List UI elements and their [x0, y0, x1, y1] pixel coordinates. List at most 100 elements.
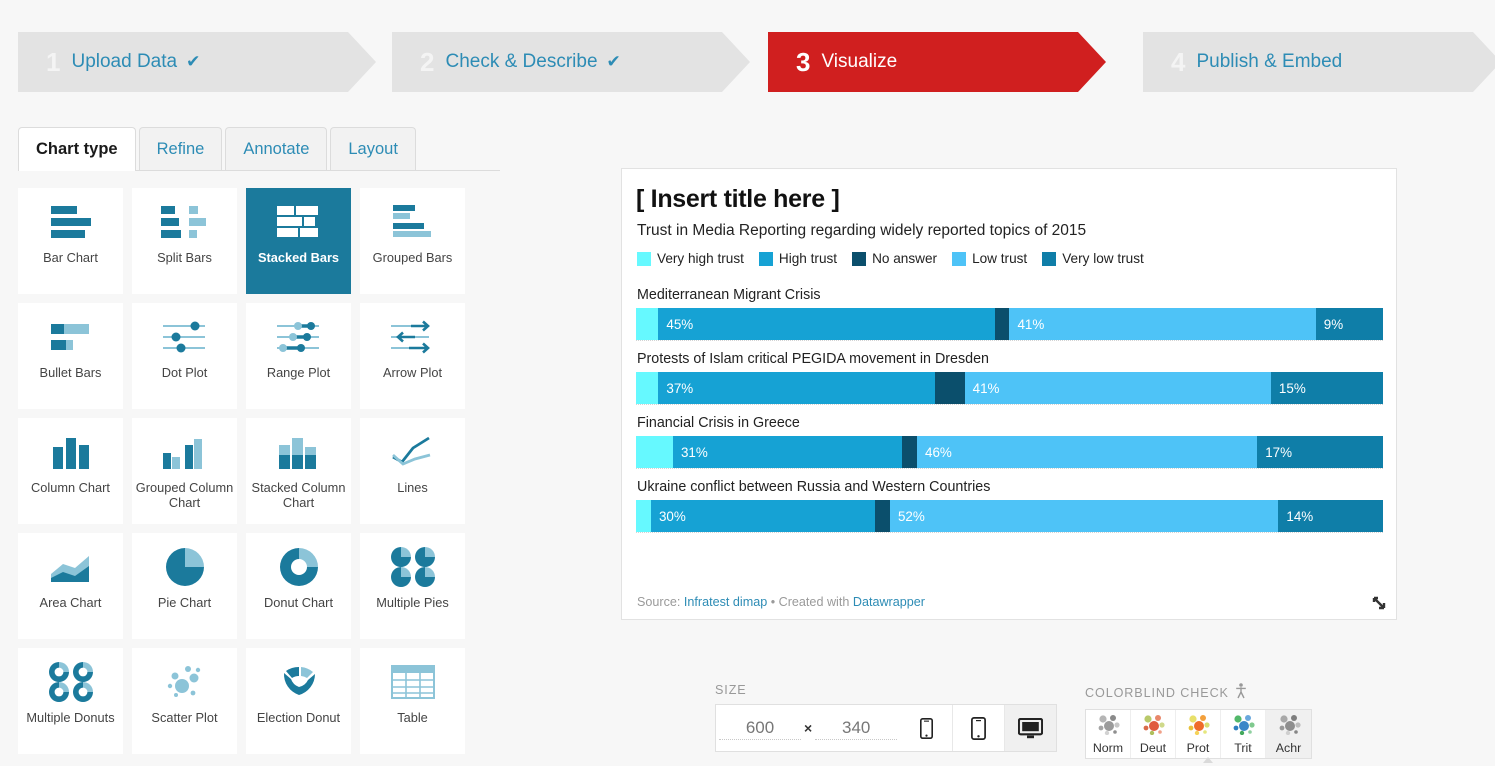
bar-segment: 45%	[658, 308, 995, 340]
device-phone-button[interactable]	[952, 705, 1005, 751]
chart-type-label: Dot Plot	[161, 365, 208, 380]
step-number: 2	[420, 47, 435, 77]
device-phone-small-button[interactable]	[900, 705, 953, 751]
step-upload-data[interactable]: 1 Upload Data ✔	[18, 32, 376, 92]
bar-segment: 52%	[889, 500, 1279, 532]
step-visualize[interactable]: 3 Visualize	[768, 32, 1106, 92]
chart-type-grouped-bars[interactable]: Grouped Bars	[360, 188, 465, 294]
bar-segment	[636, 372, 659, 404]
split-bars-icon	[132, 188, 237, 250]
accessibility-icon	[1235, 683, 1247, 702]
legend-label: High trust	[778, 251, 838, 266]
chart-type-label: Scatter Plot	[151, 710, 218, 725]
step-number: 4	[1171, 47, 1186, 77]
step-check-describe[interactable]: 2 Check & Describe ✔	[392, 32, 750, 92]
legend-swatch	[952, 251, 967, 266]
legend-item: Very high trust	[637, 251, 744, 266]
check-icon: ✔	[186, 52, 201, 71]
chart-type-column-chart[interactable]: Column Chart	[18, 418, 123, 524]
created-with-label: Created with	[778, 595, 850, 609]
chart-subtitle[interactable]: Trust in Media Reporting regarding widel…	[622, 214, 1396, 240]
chart-type-election-donut[interactable]: Election Donut	[246, 648, 351, 754]
chart-type-grid: Bar Chart Split Bars Stacked Bars Grouped B…	[18, 188, 500, 763]
chart-type-dot-plot[interactable]: Dot Plot	[132, 303, 237, 409]
device-desktop-button[interactable]	[1004, 705, 1057, 751]
colorblind-option-label: Prot	[1186, 741, 1210, 755]
tab-annotate[interactable]: Annotate	[225, 127, 328, 170]
chart-type-label: Stacked Bars	[257, 250, 340, 265]
chart-type-label: Area Chart	[39, 595, 102, 610]
colorblind-prot-button[interactable]: Prot	[1176, 710, 1221, 758]
bar-segment-value: 17%	[1265, 444, 1293, 460]
chart-width-input[interactable]	[719, 717, 801, 740]
multiple-pies-icon	[360, 533, 465, 595]
chart-type-bar-chart[interactable]: Bar Chart	[18, 188, 123, 294]
colorblind-deut-button[interactable]: Deut	[1131, 710, 1176, 758]
chart-type-scatter-plot[interactable]: Scatter Plot	[132, 648, 237, 754]
step-breadcrumb: 1 Upload Data ✔ 2 Check & Describe ✔ 3 V…	[0, 0, 1495, 112]
colorblind-achr-button[interactable]: Achr	[1266, 710, 1311, 758]
chart-type-stacked-bars[interactable]: Stacked Bars	[246, 188, 351, 294]
bar-segment: 30%	[650, 500, 876, 532]
chart-title[interactable]: [ Insert title here ]	[622, 169, 1396, 214]
chart-type-grouped-column-chart[interactable]: Grouped Column Chart	[132, 418, 237, 524]
chart-legend: Very high trust High trust No answer Low tr…	[622, 240, 1396, 266]
chart-type-range-plot[interactable]: Range Plot	[246, 303, 351, 409]
bar-segment: 14%	[1278, 500, 1383, 532]
bar-row: Financial Crisis in Greece 31% 46% 17%	[636, 406, 1383, 469]
column-chart-icon	[18, 418, 123, 480]
chart-height-input[interactable]	[815, 717, 898, 740]
bar-segment	[994, 308, 1010, 340]
chart-type-pie-chart[interactable]: Pie Chart	[132, 533, 237, 639]
footer-separator: •	[770, 595, 776, 609]
chart-type-area-chart[interactable]: Area Chart	[18, 533, 123, 639]
legend-swatch	[637, 251, 651, 266]
chart-type-multiple-pies[interactable]: Multiple Pies	[360, 533, 465, 639]
colorblind-buttons: Norm Deut Prot Trit Achr	[1085, 709, 1312, 759]
chart-type-label: Multiple Donuts	[26, 710, 115, 725]
source-link[interactable]: Infratest dimap	[684, 595, 767, 609]
bar-segment-value: 46%	[925, 444, 952, 460]
legend-label: Low trust	[972, 251, 1028, 266]
bar-segment: 15%	[1270, 372, 1383, 404]
colorblind-title: COLORBLIND CHECK	[1085, 683, 1312, 702]
step-publish-embed[interactable]: 4 Publish & Embed	[1143, 32, 1495, 92]
chart-type-label: Range Plot	[266, 365, 331, 380]
chart-type-label: Pie Chart	[157, 595, 212, 610]
stacked-bar: 45% 41% 9%	[636, 308, 1383, 341]
colorblind-title-label: COLORBLIND CHECK	[1085, 685, 1229, 700]
step-label: Visualize	[821, 51, 898, 72]
grouped-bars-icon	[360, 188, 465, 250]
colorblind-dots-icon	[1184, 713, 1212, 740]
chart-type-table[interactable]: Table	[360, 648, 465, 754]
legend-label: No answer	[872, 251, 938, 266]
colorblind-norm-button[interactable]: Norm	[1086, 710, 1131, 758]
chart-type-bullet-bars[interactable]: Bullet Bars	[18, 303, 123, 409]
bar-segment-value: 15%	[1278, 380, 1306, 396]
bar-segment	[636, 436, 673, 468]
resize-handle-icon[interactable]	[1371, 595, 1387, 611]
colorblind-dots-icon	[1094, 713, 1122, 740]
bar-chart-icon	[18, 188, 123, 250]
chart-type-lines[interactable]: Lines	[360, 418, 465, 524]
chart-type-stacked-column-chart[interactable]: Stacked Column Chart	[246, 418, 351, 524]
step-label: Publish & Embed	[1196, 51, 1343, 72]
tab-layout[interactable]: Layout	[330, 127, 416, 170]
election-donut-icon	[246, 648, 351, 710]
tab-chart-type[interactable]: Chart type	[18, 127, 136, 171]
chart-type-split-bars[interactable]: Split Bars	[132, 188, 237, 294]
datawrapper-link[interactable]: Datawrapper	[853, 595, 925, 609]
chart-type-arrow-plot[interactable]: Arrow Plot	[360, 303, 465, 409]
stacked-bars-icon	[246, 188, 351, 250]
source-prefix: Source:	[637, 595, 681, 609]
tab-refine[interactable]: Refine	[138, 127, 223, 170]
size-separator: ×	[804, 720, 813, 736]
chart-type-multiple-donuts[interactable]: Multiple Donuts	[18, 648, 123, 754]
chart-type-label: Bullet Bars	[39, 365, 102, 380]
stacked-bar: 30% 52% 14%	[636, 500, 1383, 533]
chart-type-donut-chart[interactable]: Donut Chart	[246, 533, 351, 639]
chart-type-label: Split Bars	[157, 250, 212, 265]
chart-type-label: Arrow Plot	[382, 365, 443, 380]
colorblind-dots-icon	[1229, 713, 1257, 740]
colorblind-trit-button[interactable]: Trit	[1221, 710, 1266, 758]
